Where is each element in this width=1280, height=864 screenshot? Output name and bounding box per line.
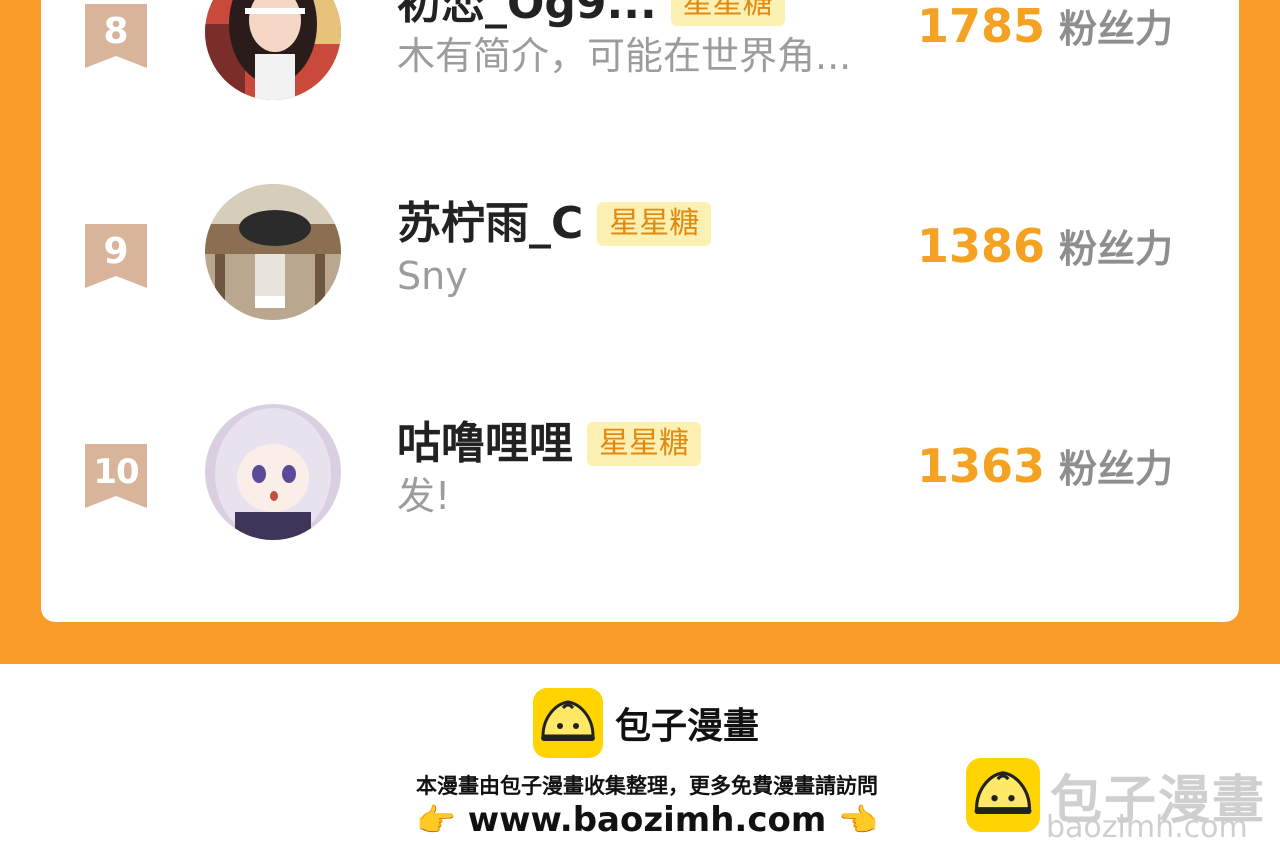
leaderboard-row[interactable]: 8 初恋_Og9... 星星糖 木有简介，可能在世界角... 1785 粉丝力: [41, 0, 1239, 100]
avatar[interactable]: [205, 0, 341, 100]
user-tag: 星星糖: [587, 422, 701, 466]
fan-score-value: 1363: [917, 439, 1046, 493]
user-bio: 发!: [397, 474, 451, 518]
user-name[interactable]: 苏柠雨_C: [397, 196, 583, 252]
fan-score: 1363 粉丝力: [917, 438, 1173, 493]
footer-url[interactable]: www.baozimh.com: [468, 800, 827, 840]
rank-number: 8: [103, 11, 129, 52]
leaderboard-row[interactable]: 9 苏柠雨_C 星星糖 Sny 1386 粉丝力: [41, 180, 1239, 320]
fan-score-unit: 粉丝力: [1059, 227, 1174, 271]
pointing-right-icon: 👉: [416, 801, 456, 839]
footer-brand: 包子漫畫: [615, 706, 760, 747]
bun-logo-icon: [533, 688, 603, 758]
user-bio: 木有简介，可能在世界角...: [397, 34, 852, 78]
user-name[interactable]: 咕噜哩哩: [397, 416, 573, 472]
rank-number: 10: [93, 452, 139, 492]
rank-badge: 9: [85, 224, 147, 288]
watermark-logo: [966, 758, 1040, 836]
leaderboard-card: 8 初恋_Og9... 星星糖 木有简介，可能在世界角... 1785 粉丝力: [41, 0, 1239, 622]
fan-score: 1785 粉丝力: [917, 0, 1173, 53]
avatar[interactable]: [205, 404, 341, 540]
watermark-bun-icon: [966, 758, 1040, 832]
footer-logo[interactable]: 包子漫畫: [533, 688, 759, 758]
fan-score-unit: 粉丝力: [1059, 447, 1174, 491]
fan-score-unit: 粉丝力: [1059, 7, 1174, 51]
watermark-url: baozimh.com: [1046, 810, 1248, 845]
user-tag: 星星糖: [597, 202, 712, 246]
pointing-left-icon: 👈: [838, 801, 878, 839]
rank-badge: 8: [85, 4, 147, 68]
rank-badge: 10: [85, 444, 147, 508]
user-name[interactable]: 初恋_Og9...: [397, 0, 657, 32]
rank-number: 9: [103, 231, 129, 272]
avatar[interactable]: [205, 184, 341, 320]
fan-score: 1386 粉丝力: [917, 218, 1173, 273]
fan-score-value: 1386: [917, 219, 1046, 273]
fan-score-value: 1785: [917, 0, 1046, 53]
user-bio: Sny: [397, 254, 468, 298]
user-tag: 星星糖: [670, 0, 785, 26]
leaderboard-row[interactable]: 10 咕噜哩哩 星星糖 发! 1363 粉丝力: [41, 400, 1239, 540]
